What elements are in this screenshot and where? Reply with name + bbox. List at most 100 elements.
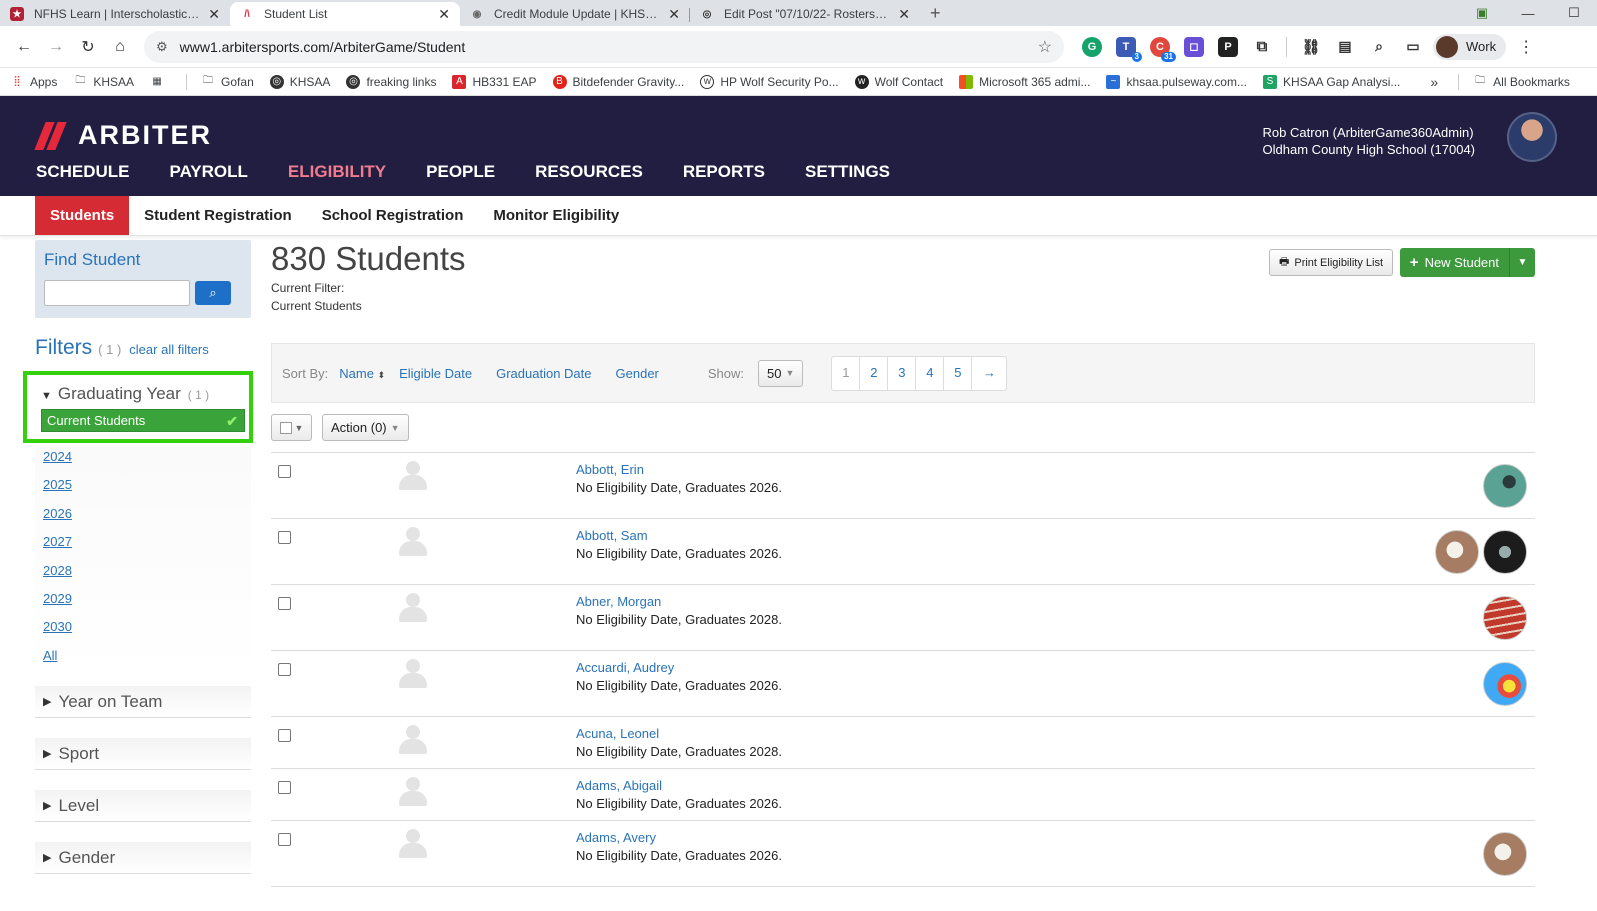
page-1[interactable]: 1: [832, 356, 861, 390]
maximize-icon[interactable]: ☐: [1551, 5, 1597, 21]
select-all-dropdown[interactable]: ▼: [271, 414, 312, 441]
page-size-select[interactable]: 50 ▼: [758, 359, 804, 387]
bookmarks-overflow-icon[interactable]: »: [1430, 74, 1438, 90]
student-name-link[interactable]: Accuardi, Audrey: [576, 660, 674, 675]
teams-icon[interactable]: T3: [1116, 36, 1142, 62]
print-eligibility-list-button[interactable]: 🖶 Print Eligibility List: [1268, 249, 1393, 276]
next-page-arrow-icon[interactable]: →: [972, 357, 1006, 390]
nav-eligibility[interactable]: ELIGIBILITY: [288, 162, 386, 182]
row-checkbox[interactable]: [278, 597, 291, 610]
student-name-link[interactable]: Abbott, Erin: [576, 462, 644, 477]
browser-tab[interactable]: ★ NFHS Learn | Interscholastic Ed ✕: [0, 2, 230, 26]
row-checkbox[interactable]: [278, 781, 291, 794]
p-extension-icon[interactable]: P: [1218, 36, 1238, 57]
bookmark-all[interactable]: 🗀 All Bookmarks: [1473, 75, 1570, 89]
page-4[interactable]: 4: [916, 356, 945, 390]
year-option-2028[interactable]: 2028: [43, 561, 251, 589]
year-option-2025[interactable]: 2025: [43, 475, 251, 503]
browser-tab[interactable]: ◎ Edit Post "07/10/22- Rosters Op ✕: [690, 2, 920, 26]
nav-reports[interactable]: REPORTS: [683, 162, 765, 182]
search-button[interactable]: ⌕: [195, 281, 231, 305]
new-student-button[interactable]: + New Student: [1399, 248, 1509, 277]
sort-name[interactable]: Name ⬍: [339, 366, 385, 381]
facet-gender[interactable]: ▶ Gender: [35, 842, 251, 875]
nav-resources[interactable]: RESOURCES: [535, 162, 643, 182]
bookmark-pulseway[interactable]: ~ khsaa.pulseway.com...: [1106, 74, 1247, 89]
close-icon[interactable]: ✕: [438, 6, 450, 23]
bookmark-star-icon[interactable]: ☆: [1038, 37, 1052, 57]
subnav-monitor-eligibility[interactable]: Monitor Eligibility: [478, 196, 634, 235]
year-option-2027[interactable]: 2027: [43, 532, 251, 560]
graduating-year-header[interactable]: ▼ Graduating Year ( 1 ): [41, 384, 209, 404]
page-2[interactable]: 2: [860, 356, 889, 390]
back-icon[interactable]: ←: [8, 31, 40, 63]
address-bar[interactable]: ⚙ www1.arbitersports.com/ArbiterGame/Stu…: [144, 30, 1064, 63]
browser-tab[interactable]: ◉ Credit Module Update | KHSAA ✕: [460, 2, 690, 26]
calendar-ext-icon[interactable]: C 31: [1150, 36, 1176, 62]
row-checkbox[interactable]: [278, 465, 291, 478]
sort-eligible-date[interactable]: Eligible Date: [399, 366, 472, 381]
new-tab-icon[interactable]: +: [930, 2, 941, 26]
row-checkbox[interactable]: [278, 663, 291, 676]
sort-gender[interactable]: Gender: [616, 366, 659, 381]
student-name-link[interactable]: Abner, Morgan: [576, 594, 661, 609]
user-avatar[interactable]: [1507, 112, 1557, 162]
lens-icon[interactable]: ⌕: [1369, 37, 1389, 57]
cast-icon[interactable]: ▭: [1403, 37, 1423, 57]
extension-icon[interactable]: ▣: [1459, 5, 1505, 21]
row-checkbox[interactable]: [278, 833, 291, 846]
bookmark-bitdefender[interactable]: B Bitdefender Gravity...: [552, 74, 684, 89]
minimize-icon[interactable]: —: [1505, 6, 1551, 21]
sort-graduation-date[interactable]: Graduation Date: [496, 366, 591, 381]
bookmark-gap-analysis[interactable]: S KHSAA Gap Analysi...: [1262, 74, 1400, 89]
subnav-student-registration[interactable]: Student Registration: [129, 196, 307, 235]
bookmark-freaking-links[interactable]: ◎ freaking links: [346, 74, 436, 89]
year-option-2029[interactable]: 2029: [43, 589, 251, 617]
more-menu-icon[interactable]: ⋮: [1518, 37, 1534, 57]
bookmark-khsaa-folder[interactable]: 🗀 KHSAA: [73, 75, 134, 89]
page-3[interactable]: 3: [888, 356, 917, 390]
nav-settings[interactable]: SETTINGS: [805, 162, 890, 182]
screen-capture-icon[interactable]: ◻: [1184, 36, 1204, 57]
bookmark-hb331[interactable]: A HB331 EAP: [452, 74, 537, 89]
forward-icon[interactable]: →: [40, 31, 72, 63]
home-icon[interactable]: ⌂: [104, 31, 136, 63]
browser-tab-active[interactable]: /\ Student List ✕: [230, 2, 460, 26]
nav-payroll[interactable]: PAYROLL: [170, 162, 248, 182]
student-name-link[interactable]: Abbott, Sam: [576, 528, 648, 543]
arbiter-logo[interactable]: ARBITER: [34, 120, 212, 151]
student-name-link[interactable]: Adams, Abigail: [576, 778, 662, 793]
bookmark-m365[interactable]: Microsoft 365 admi...: [959, 74, 1090, 89]
new-student-dropdown-toggle[interactable]: ▼: [1509, 248, 1535, 277]
facet-year-on-team[interactable]: ▶ Year on Team: [35, 686, 251, 719]
bookmark-gofan[interactable]: 🗀 Gofan: [201, 75, 254, 89]
year-option-all[interactable]: All: [43, 646, 251, 674]
user-info[interactable]: Rob Catron (ArbiterGame360Admin) Oldham …: [1263, 124, 1475, 158]
student-name-link[interactable]: Adams, Avery: [576, 830, 656, 845]
puzzle-icon[interactable]: ⧉: [1252, 37, 1272, 57]
close-icon[interactable]: ✕: [898, 6, 910, 23]
close-icon[interactable]: ✕: [208, 6, 220, 23]
reload-icon[interactable]: ↻: [72, 31, 104, 63]
profile-chip[interactable]: Work: [1433, 33, 1507, 60]
bookmark-tab-group[interactable]: ▦: [150, 75, 170, 89]
facet-sport[interactable]: ▶ Sport: [35, 738, 251, 771]
bookmark-hp-wolf[interactable]: w HP Wolf Security Po...: [700, 74, 839, 89]
clear-all-filters-link[interactable]: clear all filters: [129, 342, 208, 357]
subnav-school-registration[interactable]: School Registration: [307, 196, 479, 235]
bookmark-apps[interactable]: ⣿ Apps: [10, 75, 57, 89]
year-option-2024[interactable]: 2024: [43, 447, 251, 475]
nav-people[interactable]: PEOPLE: [426, 162, 495, 182]
nav-schedule[interactable]: SCHEDULE: [36, 162, 130, 182]
year-option-2026[interactable]: 2026: [43, 504, 251, 532]
site-settings-icon[interactable]: ⚙: [156, 39, 168, 55]
bookmark-wolf-contact[interactable]: w Wolf Contact: [854, 74, 943, 89]
link-icon[interactable]: ⛓: [1301, 37, 1321, 57]
selected-filter-current-students[interactable]: Current Students ✔: [41, 409, 245, 432]
find-student-input[interactable]: [44, 280, 190, 306]
row-checkbox[interactable]: [278, 729, 291, 742]
close-icon[interactable]: ✕: [668, 6, 680, 23]
action-dropdown[interactable]: Action (0) ▼: [322, 414, 409, 441]
facet-level[interactable]: ▶ Level: [35, 790, 251, 823]
grammarly-icon[interactable]: G: [1082, 36, 1102, 57]
